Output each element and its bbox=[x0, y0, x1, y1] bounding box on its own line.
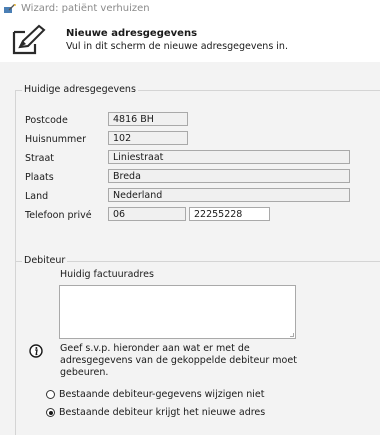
resize-grip-icon[interactable] bbox=[290, 333, 294, 337]
straat-field[interactable]: Liniestraat bbox=[108, 150, 350, 164]
huisnummer-label: Huisnummer bbox=[25, 134, 87, 145]
plaats-field[interactable]: Breda bbox=[108, 169, 350, 183]
radio-selected-dot bbox=[48, 410, 53, 415]
postcode-field[interactable]: 4816 BH bbox=[108, 112, 188, 126]
huisnummer-field[interactable]: 102 bbox=[108, 131, 188, 145]
postcode-label: Postcode bbox=[25, 115, 68, 126]
telefoon-netnummer-field[interactable]: 06 bbox=[108, 207, 186, 221]
radio-new-address-label[interactable]: Bestaande debiteur krijgt het nieuwe adr… bbox=[59, 407, 265, 418]
wizard-header: Nieuwe adresgegevens Vul in dit scherm d… bbox=[0, 18, 380, 62]
land-field[interactable]: Nederland bbox=[108, 188, 350, 202]
radio-keep-debtor[interactable] bbox=[46, 390, 55, 399]
debiteur-legend: Debiteur bbox=[22, 255, 68, 267]
current-address-legend: Huidige adresgegevens bbox=[22, 84, 138, 96]
plaats-label: Plaats bbox=[25, 172, 54, 183]
window-title: Wizard: patiënt verhuizen bbox=[21, 3, 150, 14]
telefoon-nummer-field[interactable]: 22255228 bbox=[189, 207, 270, 221]
wizard-wand-icon bbox=[4, 4, 16, 13]
land-label: Land bbox=[25, 191, 49, 202]
title-bar: Wizard: patiënt verhuizen bbox=[0, 0, 380, 18]
info-text: Geef s.v.p. hieronder aan wat er met de … bbox=[60, 343, 297, 378]
straat-label: Straat bbox=[25, 153, 55, 164]
radio-new-address[interactable] bbox=[46, 408, 55, 417]
page-subtitle: Vul in dit scherm de nieuwe adresgegeven… bbox=[66, 41, 288, 52]
telefoon-label: Telefoon privé bbox=[25, 210, 92, 221]
info-icon bbox=[29, 344, 43, 358]
factuuradres-textarea[interactable] bbox=[59, 285, 296, 339]
edit-document-icon bbox=[12, 24, 46, 55]
page-title: Nieuwe adresgegevens bbox=[66, 28, 198, 39]
radio-keep-debtor-label[interactable]: Bestaande debiteur-gegevens wijzigen nie… bbox=[59, 389, 264, 400]
factuuradres-label: Huidig factuuradres bbox=[60, 269, 154, 280]
